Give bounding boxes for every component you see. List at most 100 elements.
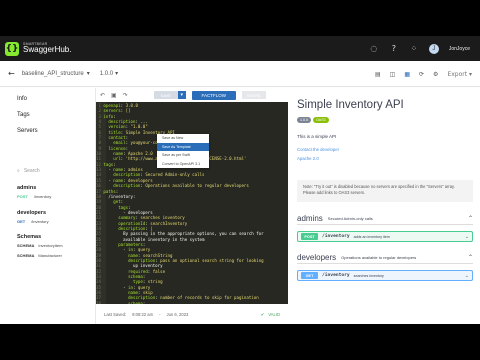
status-separator: - — [159, 311, 161, 317]
code-text: description: number of records to skip f… — [128, 295, 259, 301]
apps-grid-icon[interactable]: ⁘ — [409, 44, 419, 54]
api-header: ← baseline_API_structure ▾ 1.0.0 ▾ ▤ ◫ ▦… — [0, 61, 480, 87]
menu-item-save-as-template[interactable]: Save As Template — [157, 142, 209, 151]
chevron-down-icon[interactable]: ▾ — [87, 70, 90, 77]
code-text: version: "1.0.0" — [108, 124, 148, 130]
back-arrow-icon[interactable]: ← — [8, 69, 15, 78]
menu-item-save-as-new[interactable]: Save as New — [157, 134, 209, 143]
code-text: available inventory in the system — [103, 236, 205, 242]
swagger-logo-icon: {} — [5, 41, 19, 56]
nav-schema-manufacturer[interactable]: SCHEMA Manufacturer — [17, 253, 62, 258]
operation-post-inventory[interactable]: POST /inventory adds an inventory item ⌄ — [297, 231, 473, 242]
username-menu[interactable]: JonJoyce — [449, 46, 470, 52]
search-placeholder: Search — [23, 168, 40, 174]
tag-description: Operations available to regular develope… — [341, 254, 417, 260]
operation-get-inventory[interactable]: GET /inventory searches inventory ⌄ — [297, 270, 473, 281]
last-saved-label: Last Saved: — [104, 311, 127, 317]
export-menu[interactable]: Export ▾ — [447, 71, 472, 78]
version-select[interactable]: 1.0.0 — [100, 71, 113, 77]
version-chevron-icon[interactable]: ▾ — [115, 70, 118, 77]
op-path: /inventory — [322, 273, 350, 278]
code-text: description: Secured Admin-only calls — [113, 172, 205, 178]
tag-name: admins — [297, 213, 323, 223]
tag-name: developers — [297, 252, 337, 262]
chat-icon[interactable]: ◌ — [369, 44, 379, 54]
export-label: Export — [447, 70, 468, 78]
sync-icon[interactable]: ⟳ — [419, 71, 424, 78]
code-text: name: skip — [128, 290, 153, 296]
nav-op-post-inventory[interactable]: POST /inventory — [17, 194, 51, 199]
servers-note: Note: "Try it out" is disabled because n… — [297, 180, 473, 202]
image-icon[interactable]: ▣ — [111, 92, 117, 99]
nav-group-admins[interactable]: admins — [17, 185, 36, 191]
code-text: description: pass an optional search str… — [128, 257, 264, 263]
settings-icon[interactable]: ⚙ — [433, 71, 438, 78]
code-text: description: | — [118, 225, 153, 231]
code-text: - name: admins — [103, 167, 143, 173]
tag-section-developers[interactable]: developers Operations available to regul… — [297, 251, 473, 264]
code-text: name: Apache 2.0 — [113, 151, 153, 157]
code-text: /inventory: — [103, 193, 136, 199]
code-text: type: string — [132, 279, 163, 285]
api-name-breadcrumb[interactable]: baseline_API_structure — [22, 71, 84, 77]
editor-view-icon[interactable]: ▤ — [375, 71, 381, 78]
license-link[interactable]: Apache 2.0 — [297, 156, 319, 161]
method-badge: GET — [301, 272, 318, 279]
code-text: description: ... — [108, 119, 148, 125]
valid-status-badge: ✔ VALID — [261, 312, 280, 317]
code-text: name: searchString — [128, 252, 173, 258]
schema-name: InventoryItem — [38, 243, 63, 248]
nav-search-input[interactable]: ⌕ Search — [17, 167, 89, 175]
lock-icon[interactable]: ⌄ — [465, 273, 469, 279]
code-text: schema: — [128, 274, 146, 279]
save-button[interactable]: SAVE — [153, 91, 178, 99]
op-path: /inventory — [31, 219, 49, 224]
app-window: {} SMARTBEAR SwaggerHub. ◌ ? ⁘ J JonJoyc… — [0, 36, 480, 324]
undo-icon[interactable]: ↶ — [100, 92, 105, 99]
menu-item-save-as-per-swift[interactable]: Save as per Swift — [157, 151, 209, 160]
nav-op-get-inventory[interactable]: GET /inventory — [17, 219, 49, 224]
swaggerhub-logo[interactable]: {} SMARTBEAR SwaggerHub. — [5, 41, 71, 56]
contact-link[interactable]: Contact the developer — [297, 147, 339, 152]
nav-group-developers[interactable]: developers — [17, 210, 46, 216]
code-text: up inventory — [103, 263, 163, 269]
avatar[interactable]: J — [428, 43, 439, 54]
help-icon[interactable]: ? — [389, 44, 399, 54]
docs-view-icon[interactable]: ▦ — [404, 71, 410, 78]
factflow-label: FACTFLOW — [201, 92, 226, 98]
nav-schema-inventoryitem[interactable]: SCHEMA InventoryItem — [17, 243, 63, 248]
nav-group-schemas[interactable]: Schemas — [17, 234, 41, 240]
share-button[interactable]: SHARE — [241, 91, 266, 99]
code-text: tags: — [118, 204, 131, 210]
code-text: tags: — [103, 161, 116, 167]
code-text: description: Operations available to reg… — [113, 183, 249, 189]
code-area[interactable]: 1 openapi: 3.0.0 2 servers: [] 3 info: 4… — [96, 102, 288, 304]
code-text: required: false — [128, 268, 166, 274]
oas-badge: OAS3 — [313, 117, 329, 123]
code-text: operationId: searchInventory — [118, 220, 188, 226]
save-options-chevron-icon[interactable]: ▾ — [177, 91, 186, 99]
split-view-icon[interactable]: ◫ — [390, 71, 396, 78]
tag-section-admins[interactable]: admins Secured Admin-only calls ⌃ — [297, 212, 473, 225]
menu-item-convert-openapi[interactable]: Convert to OpenAPI 3.1 — [157, 160, 209, 169]
valid-label: VALID — [268, 311, 280, 317]
code-text: openapi: 3.0.0 — [103, 103, 138, 108]
search-icon: ⌕ — [17, 168, 20, 174]
nav-item-servers[interactable]: Servers — [17, 128, 38, 134]
lock-icon[interactable]: ⌄ — [465, 234, 469, 240]
schema-key: SCHEMA — [17, 253, 35, 258]
code-text: info: — [103, 113, 116, 119]
code-text: - in: query — [103, 284, 151, 290]
redo-icon[interactable]: ↷ — [123, 92, 128, 99]
api-title: Simple Inventory API — [297, 99, 404, 111]
code-text: - in: query — [103, 247, 151, 253]
nav-item-info[interactable]: Info — [17, 96, 27, 102]
chevron-up-icon[interactable]: ⌃ — [468, 254, 473, 261]
chevron-up-icon[interactable]: ⌃ — [468, 215, 473, 222]
factflow-button[interactable]: FACTFLOW — [191, 90, 236, 100]
op-path: /inventory — [322, 234, 350, 239]
api-description: This is a simple API — [297, 134, 337, 139]
tag-description: Secured Admin-only calls — [327, 215, 373, 221]
nav-item-tags[interactable]: Tags — [17, 112, 30, 118]
code-text: summary: searches inventory — [118, 215, 185, 221]
